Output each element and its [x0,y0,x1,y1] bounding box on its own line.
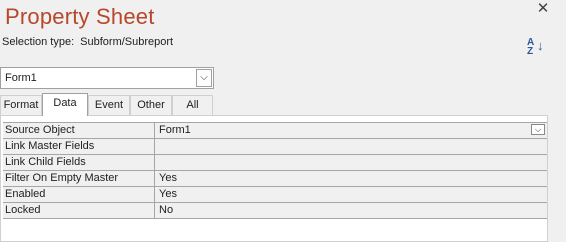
tab-event[interactable]: Event [88,95,130,115]
property-value[interactable]: Yes [157,187,547,202]
property-value[interactable]: No [157,203,547,218]
tab-format[interactable]: Format [0,95,42,115]
property-row[interactable]: Enabled Yes [3,187,547,203]
property-name: Link Child Fields [3,155,155,170]
property-row[interactable]: Source Object Form1 ⌵ [3,123,547,139]
object-selector-value: Form1 [5,72,37,84]
property-value[interactable] [157,139,547,154]
property-sheet-title: Property Sheet [5,4,155,29]
tab-other[interactable]: Other [130,95,172,115]
selection-type-value: Subform/Subreport [80,36,174,48]
property-value[interactable]: Yes [157,171,547,186]
property-value[interactable] [157,155,547,170]
property-row[interactable]: Filter On Empty Master Yes [3,171,547,187]
property-name: Enabled [3,187,155,202]
tab-data[interactable]: Data [42,93,88,116]
chevron-down-icon[interactable]: ⌵ [531,124,545,135]
sort-az-label: AZ [527,37,535,57]
object-selector[interactable]: Form1 ⌵ [0,67,214,89]
sort-az-icon[interactable]: AZ ↓ [527,36,547,58]
property-row[interactable]: Link Child Fields [3,155,547,171]
property-grid-panel: Source Object Form1 ⌵ Link Master Fields… [0,115,548,242]
selection-type: Selection type: Subform/Subreport [2,36,173,48]
property-name: Locked [3,203,155,218]
property-name: Source Object [3,123,155,138]
property-grid: Source Object Form1 ⌵ Link Master Fields… [3,122,547,219]
property-row[interactable]: Locked No [3,203,547,219]
tab-all[interactable]: All [172,95,213,115]
selection-type-label: Selection type: [2,36,75,48]
close-icon[interactable]: ✕ [535,0,551,18]
sort-arrow-icon: ↓ [537,38,544,53]
property-name: Link Master Fields [3,139,155,154]
chevron-down-icon[interactable]: ⌵ [196,69,212,87]
property-value[interactable]: Form1 [157,123,547,138]
property-row[interactable]: Link Master Fields [3,139,547,155]
property-name: Filter On Empty Master [3,171,155,186]
